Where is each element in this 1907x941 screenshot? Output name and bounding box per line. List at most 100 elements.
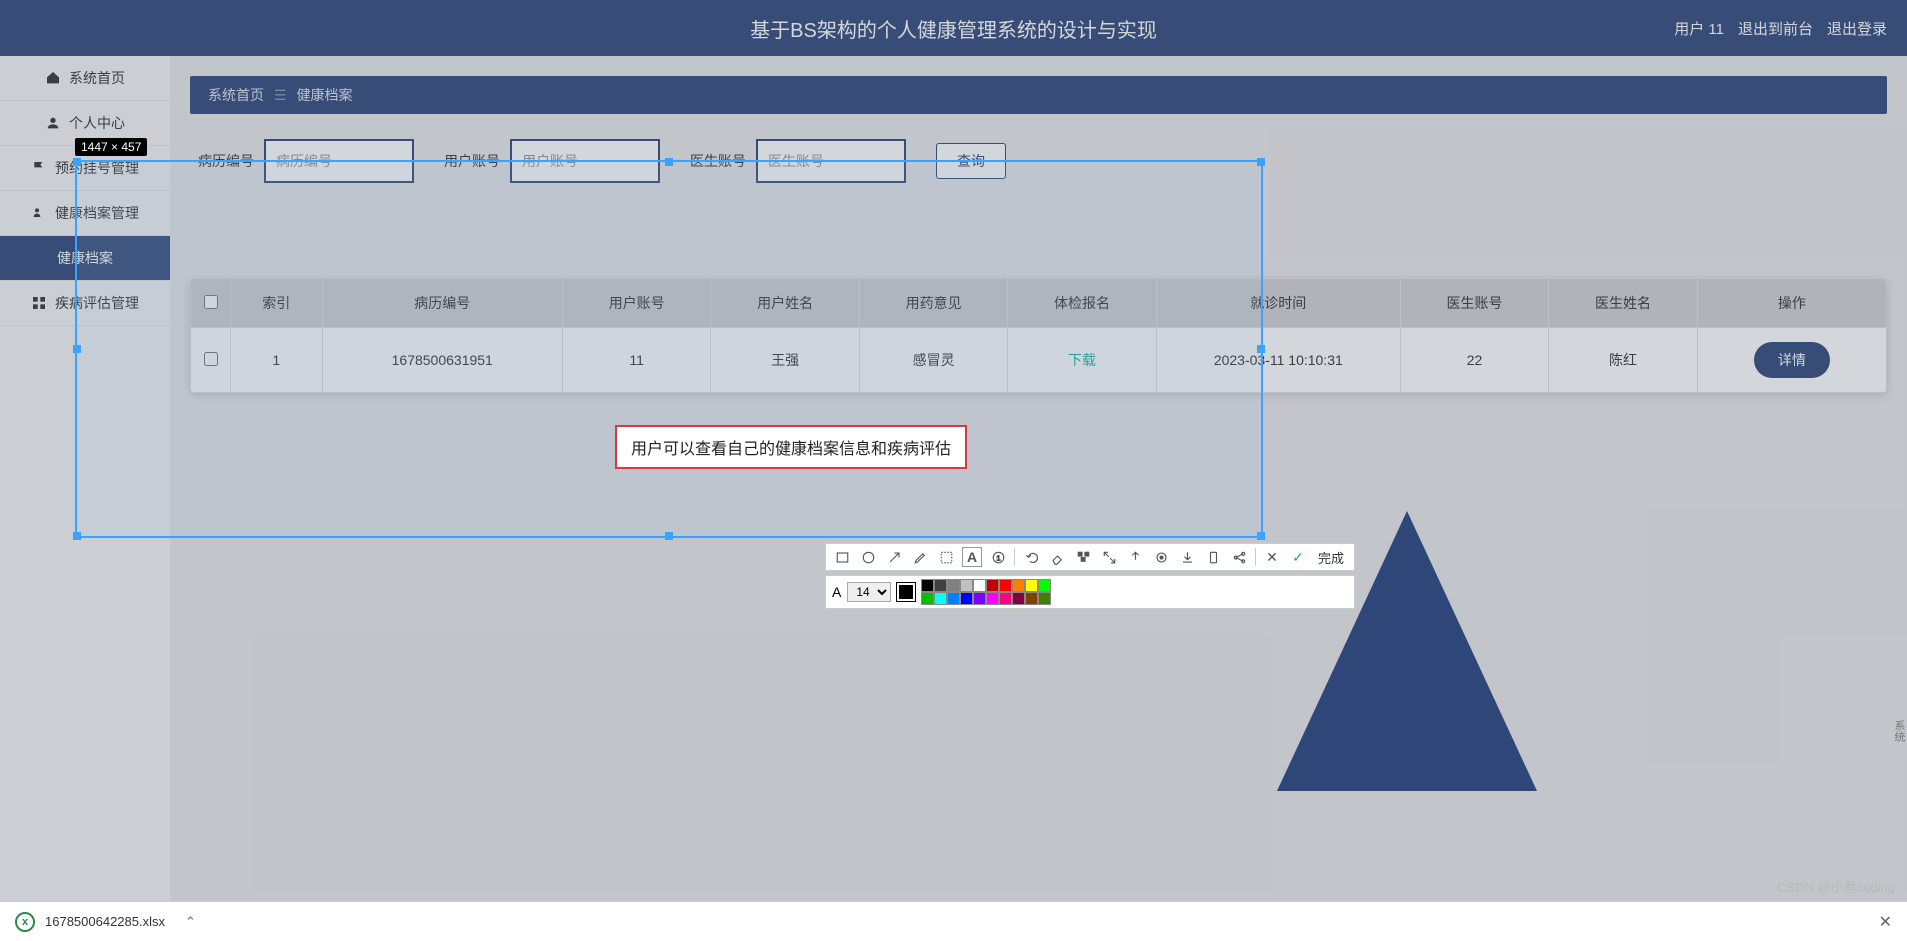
color-swatch[interactable] [1038,592,1051,605]
undo-icon[interactable] [1021,547,1041,567]
sidebar-item-label: 疾病评估管理 [55,293,139,313]
sidebar-item-home[interactable]: 系统首页 [0,56,170,101]
person-icon [45,115,61,131]
grid-icon [31,295,47,311]
color-swatch[interactable] [973,592,986,605]
download-filename[interactable]: 1678500642285.xlsx [45,914,165,929]
color-swatch[interactable] [934,592,947,605]
close-icon[interactable]: ✕ [1262,547,1282,567]
doctor-acct-input[interactable] [756,139,906,183]
chevron-up-icon[interactable]: ⌃ [185,914,196,930]
done-button[interactable]: 完成 [1314,548,1348,567]
font-letter-icon: A [832,584,841,600]
watermark: CSDN @小蔡coding [1777,877,1895,896]
color-swatch[interactable] [934,579,947,592]
color-swatch[interactable] [1025,592,1038,605]
breadcrumb-sep-icon: ☰ [274,87,287,104]
app-title: 基于BS架构的个人健康管理系统的设计与实现 [750,14,1157,43]
cell-doc-name: 陈红 [1549,328,1697,393]
detail-button[interactable]: 详情 [1754,342,1830,378]
row-checkbox[interactable] [204,352,218,366]
color-swatch[interactable] [921,579,934,592]
pin-tool-icon[interactable] [1125,547,1145,567]
select-all-checkbox[interactable] [204,295,218,309]
color-swatch[interactable] [960,592,973,605]
cell-user-name: 王强 [711,328,859,393]
cell-med: 感冒灵 [859,328,1007,393]
toolbar-sep [1255,548,1256,566]
profile-icon [31,205,47,221]
excel-file-icon: x [15,912,35,932]
query-button[interactable]: 查询 [936,143,1006,179]
cell-doc-acct: 22 [1400,328,1548,393]
user-acct-label: 用户账号 [444,151,500,171]
rect-tool-icon[interactable] [832,547,852,567]
record-no-input[interactable] [264,139,414,183]
circle-tool-icon[interactable] [858,547,878,567]
svg-text:1: 1 [996,553,1000,562]
color-swatch[interactable] [947,592,960,605]
cell-user-acct: 11 [562,328,710,393]
color-swatch[interactable] [1025,579,1038,592]
color-swatch[interactable] [973,579,986,592]
logout-front-link[interactable]: 退出到前台 [1738,18,1813,39]
sidebar-item-health-record[interactable]: 健康档案管理 [0,191,170,236]
toolbar-sep [1014,548,1015,566]
counter-tool-icon[interactable]: 1 [988,547,1008,567]
color-palette [921,579,1051,605]
color-swatch[interactable] [921,592,934,605]
arrow-tool-icon[interactable] [884,547,904,567]
text-tool-icon[interactable]: A [962,547,982,567]
mosaic-tool-icon[interactable] [1073,547,1093,567]
color-swatch[interactable] [1038,579,1051,592]
sidebar-item-label: 预约挂号管理 [55,158,139,178]
download-link[interactable]: 下载 [1068,352,1096,368]
data-table: 索引 病历编号 用户账号 用户姓名 用药意见 体检报名 就诊时间 医生账号 医生… [190,278,1887,393]
expand-tool-icon[interactable] [1099,547,1119,567]
breadcrumb: 系统首页 ☰ 健康档案 [190,76,1887,114]
color-swatch[interactable] [960,579,973,592]
eraser-tool-icon[interactable] [1047,547,1067,567]
logout-link[interactable]: 退出登录 [1827,18,1887,39]
color-swatch[interactable] [999,592,1012,605]
pencil-tool-icon[interactable] [910,547,930,567]
breadcrumb-current: 健康档案 [297,85,353,105]
th-time: 就诊时间 [1156,279,1400,328]
sidebar: 系统首页 个人中心 预约挂号管理 健康档案管理 健康档案 疾病评估管理 [0,56,170,901]
share-icon[interactable] [1229,547,1249,567]
color-swatch[interactable] [986,592,999,605]
main-content: 系统首页 ☰ 健康档案 病历编号 用户账号 医生账号 查询 [170,56,1907,901]
download-icon[interactable] [1177,547,1197,567]
font-size-select[interactable]: 14 [847,582,891,602]
th-record-no: 病历编号 [322,279,562,328]
color-swatch[interactable] [1012,579,1025,592]
user-acct-input[interactable] [510,139,660,183]
sidebar-item-health-file[interactable]: 健康档案 [0,236,170,281]
sidebar-item-disease-eval[interactable]: 疾病评估管理 [0,281,170,326]
th-med: 用药意见 [859,279,1007,328]
user-label[interactable]: 用户 11 [1674,18,1724,39]
selection-size-badge: 1447 × 457 [75,138,147,156]
cell-record-no: 1678500631951 [322,328,562,393]
color-swatch[interactable] [1012,592,1025,605]
sidebar-item-label: 健康档案 [57,248,113,268]
breadcrumb-root[interactable]: 系统首页 [208,85,264,105]
check-icon[interactable]: ✓ [1288,547,1308,567]
home-icon [45,70,61,86]
device-icon[interactable] [1203,547,1223,567]
close-icon[interactable]: ✕ [1879,912,1892,932]
color-swatch[interactable] [986,579,999,592]
color-swatch[interactable] [947,579,960,592]
side-truncated-text: 系统 [1891,720,1907,742]
color-swatch[interactable] [999,579,1012,592]
ocr-tool-icon[interactable] [1151,547,1171,567]
th-action: 操作 [1697,279,1886,328]
table-header-row: 索引 病历编号 用户账号 用户姓名 用药意见 体检报名 就诊时间 医生账号 医生… [191,279,1887,328]
flag-icon [31,160,47,176]
th-user-acct: 用户账号 [562,279,710,328]
annotation-callout: 用户可以查看自己的健康档案信息和疾病评估 [615,425,967,469]
sidebar-item-label: 系统首页 [69,68,125,88]
record-no-label: 病历编号 [198,151,254,171]
sidebar-item-label: 健康档案管理 [55,203,139,223]
marker-tool-icon[interactable] [936,547,956,567]
